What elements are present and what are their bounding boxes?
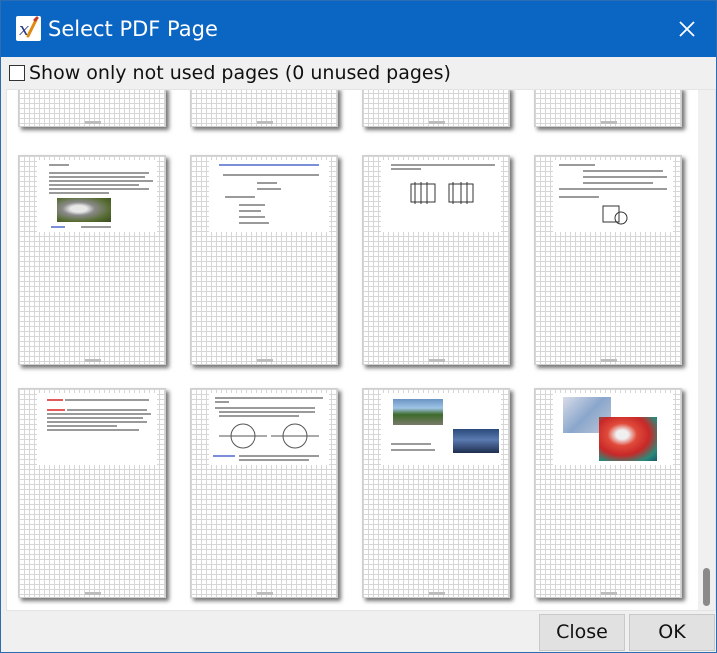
pdf-page-thumbnail[interactable]	[190, 155, 338, 365]
pdf-page-thumbnail[interactable]	[18, 388, 166, 598]
pdf-page-thumbnail[interactable]	[362, 388, 510, 598]
page-content-preview	[209, 160, 329, 232]
select-pdf-page-dialog: x Select PDF Page Show only not used pag…	[0, 0, 717, 653]
pdf-page-thumbnail[interactable]	[534, 90, 682, 127]
ok-button[interactable]: OK	[629, 614, 715, 651]
page-number-mark	[85, 592, 101, 595]
page-content-preview	[553, 393, 673, 465]
xournal-app-icon: x	[16, 16, 41, 41]
title-bar[interactable]: x Select PDF Page	[1, 1, 716, 57]
page-number-mark	[257, 121, 273, 124]
page-content-preview	[37, 393, 157, 465]
close-icon[interactable]	[664, 8, 708, 50]
close-button[interactable]: Close	[539, 614, 625, 651]
pdf-page-thumbnail[interactable]	[534, 155, 682, 365]
sketch-diagram	[410, 182, 474, 204]
show-unused-label[interactable]: Show only not used pages (0 unused pages…	[29, 62, 451, 84]
page-number-mark	[429, 121, 445, 124]
dialog-button-bar: Close OK	[1, 611, 716, 652]
photo-image	[453, 429, 499, 453]
page-content-preview	[381, 393, 501, 465]
pdf-page-thumbnail[interactable]	[362, 155, 510, 365]
scrollbar-thumb[interactable]	[703, 568, 710, 606]
page-number-mark	[85, 359, 101, 362]
photo-image	[599, 417, 657, 461]
page-content-preview	[209, 393, 329, 465]
page-content-preview	[381, 160, 501, 232]
page-number-mark	[601, 359, 617, 362]
photo-image	[393, 399, 443, 425]
page-content-preview	[553, 160, 673, 232]
pdf-page-thumbnail[interactable]	[362, 90, 510, 127]
circle-diagram	[219, 423, 319, 449]
figure-sketch	[602, 205, 628, 225]
page-thumbnail-grid[interactable]	[6, 89, 716, 611]
show-unused-checkbox[interactable]	[9, 65, 25, 81]
filter-bar: Show only not used pages (0 unused pages…	[1, 57, 716, 89]
page-number-mark	[601, 592, 617, 595]
pdf-page-thumbnail[interactable]	[18, 90, 166, 127]
photo-image	[57, 198, 111, 222]
page-number-mark	[257, 592, 273, 595]
vertical-scrollbar[interactable]	[698, 90, 715, 610]
pdf-page-thumbnail[interactable]	[190, 388, 338, 598]
page-number-mark	[429, 592, 445, 595]
page-number-mark	[257, 359, 273, 362]
page-number-mark	[601, 121, 617, 124]
pdf-page-thumbnail[interactable]	[534, 388, 682, 598]
page-number-mark	[429, 359, 445, 362]
dialog-title: Select PDF Page	[48, 17, 218, 41]
page-content-preview	[37, 160, 157, 232]
pdf-page-thumbnail[interactable]	[190, 90, 338, 127]
pdf-page-thumbnail[interactable]	[18, 155, 166, 365]
page-number-mark	[85, 121, 101, 124]
